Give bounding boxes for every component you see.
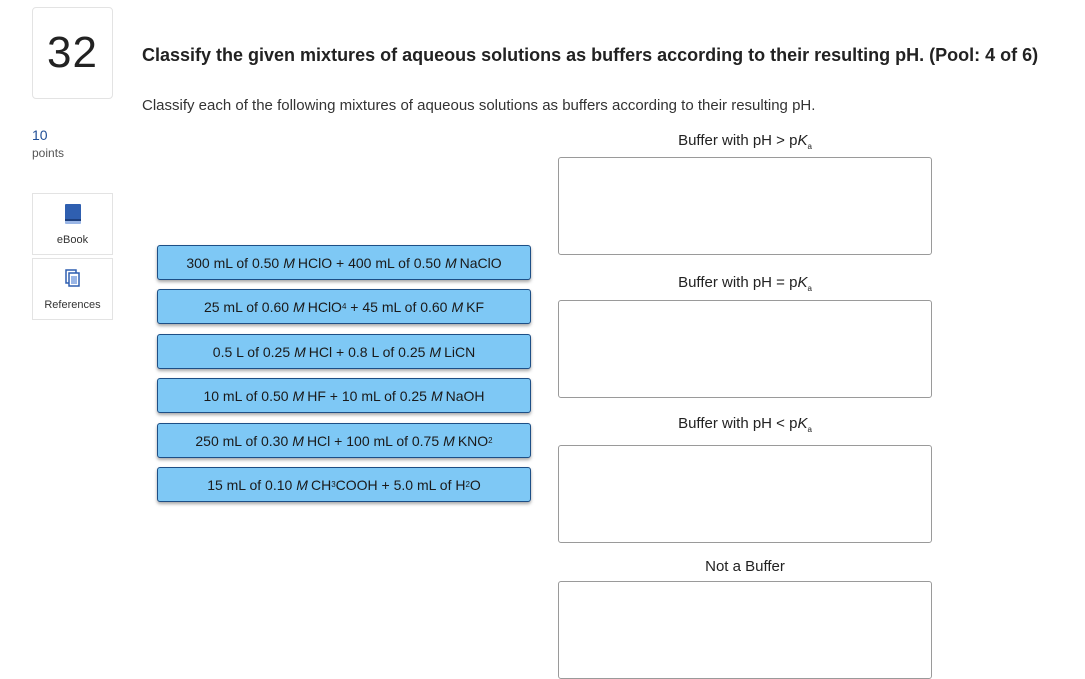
- question-number: 32: [47, 28, 98, 77]
- drop-zone-not-buffer[interactable]: [558, 581, 932, 679]
- mixture-item-2[interactable]: 25 mL of 0.60 M HClO 4 + 45 mL of 0.60 M KF: [157, 289, 531, 324]
- volume-text: 250 mL of 0.30: [195, 432, 289, 449]
- points-value: 10: [32, 127, 48, 143]
- question-number-box: 32: [32, 7, 113, 99]
- ebook-button[interactable]: eBook: [32, 193, 113, 255]
- subscript: a: [807, 425, 812, 434]
- molarity-symbol: M: [292, 432, 304, 449]
- references-label: References: [44, 298, 101, 311]
- solute-text: HClO: [307, 298, 342, 315]
- volume-text: 400 mL of 0.50: [348, 254, 441, 271]
- volume-text: 0.5 L of 0.25: [212, 343, 291, 360]
- mixture-item-1[interactable]: 300 mL of 0.50 M HClO + 400 mL of 0.50 M NaC…: [157, 245, 531, 280]
- points-label: points: [32, 146, 65, 160]
- volume-text: 15 mL of 0.10: [207, 476, 293, 493]
- volume-text: 45 mL of 0.60: [362, 298, 448, 315]
- solute-text: HClO: [297, 254, 333, 271]
- mixture-item-3[interactable]: 0.5 L of 0.25 M HCl + 0.8 L of 0.25 M LiCN: [157, 334, 531, 369]
- subscript: 2: [488, 436, 493, 445]
- plus-sign: +: [332, 343, 349, 360]
- zone-label-not-buffer: Not a Buffer: [705, 558, 785, 575]
- solute-text: HCl: [308, 343, 333, 360]
- drop-zone-above-pka[interactable]: [558, 157, 932, 255]
- solute-text: CH: [310, 476, 332, 493]
- molarity-symbol: M: [293, 298, 305, 315]
- solute-text: NaOH: [445, 387, 485, 404]
- solute-text: HF: [307, 387, 326, 404]
- question-instruction: Classify each of the following mixtures …: [142, 97, 816, 114]
- molarity-symbol: M: [283, 254, 295, 271]
- zone-label-text: Buffer with pH > p: [678, 132, 798, 149]
- plus-sign: +: [346, 298, 363, 315]
- references-icon: [63, 268, 83, 295]
- k-symbol: K: [797, 274, 808, 291]
- molarity-symbol: M: [294, 343, 306, 360]
- molarity-symbol: M: [451, 298, 464, 315]
- volume-text: 100 mL of 0.75: [346, 432, 440, 449]
- drop-zone-equal-pka[interactable]: [558, 300, 932, 398]
- question-title: Classify the given mixtures of aqueous s…: [142, 45, 1039, 65]
- drop-zone-below-pka[interactable]: [558, 445, 932, 543]
- volume-text: 10 mL of 0.25: [341, 387, 427, 404]
- solute-text: HCl: [306, 432, 331, 449]
- molarity-symbol: M: [443, 432, 455, 449]
- molarity-symbol: M: [296, 476, 308, 493]
- molarity-symbol: M: [429, 343, 442, 360]
- plus-sign: +: [325, 387, 342, 404]
- subscript: a: [807, 142, 812, 151]
- plus-sign: +: [332, 254, 349, 271]
- mixture-item-4[interactable]: 10 mL of 0.50 M HF + 10 mL of 0.25 M NaOH: [157, 378, 531, 413]
- book-icon: [63, 203, 83, 230]
- plus-sign: +: [377, 476, 394, 493]
- zone-label-text: Buffer with pH = p: [678, 274, 798, 291]
- molarity-symbol: M: [444, 254, 457, 271]
- mixture-item-6[interactable]: 15 mL of 0.10 M CH 3 COOH + 5.0 mL of H2O: [157, 467, 531, 502]
- molarity-symbol: M: [430, 387, 443, 404]
- k-symbol: K: [797, 132, 808, 149]
- zone-label-above-pka: Buffer with pH > pKa: [558, 132, 932, 151]
- k-symbol: K: [797, 415, 808, 432]
- volume-text: 10 mL of 0.50: [203, 387, 289, 404]
- volume-text: 25 mL of 0.60: [203, 298, 290, 315]
- volume-text: 300 mL of 0.50: [186, 254, 280, 271]
- references-button[interactable]: References: [32, 258, 113, 320]
- plus-sign: +: [330, 432, 347, 449]
- zone-label-text: Buffer with pH < p: [678, 415, 798, 432]
- zone-label-equal-pka: Buffer with pH = pKa: [558, 274, 932, 293]
- solute-text: COOH: [335, 476, 378, 493]
- solute-text: KF: [466, 298, 485, 315]
- solute-text: LiCN: [444, 343, 476, 360]
- volume-text: 0.8 L of 0.25: [348, 343, 426, 360]
- volume-text: 5.0 mL of H: [393, 476, 466, 493]
- solute-text: O: [469, 476, 481, 493]
- mixture-item-5[interactable]: 250 mL of 0.30 M HCl + 100 mL of 0.75 M KNO 2: [157, 423, 531, 458]
- zone-label-below-pka: Buffer with pH < pKa: [558, 415, 932, 434]
- solute-text: KNO: [457, 432, 489, 449]
- molarity-symbol: M: [292, 387, 305, 404]
- subscript: a: [807, 284, 812, 293]
- ebook-label: eBook: [56, 233, 89, 246]
- solute-text: NaClO: [459, 254, 502, 271]
